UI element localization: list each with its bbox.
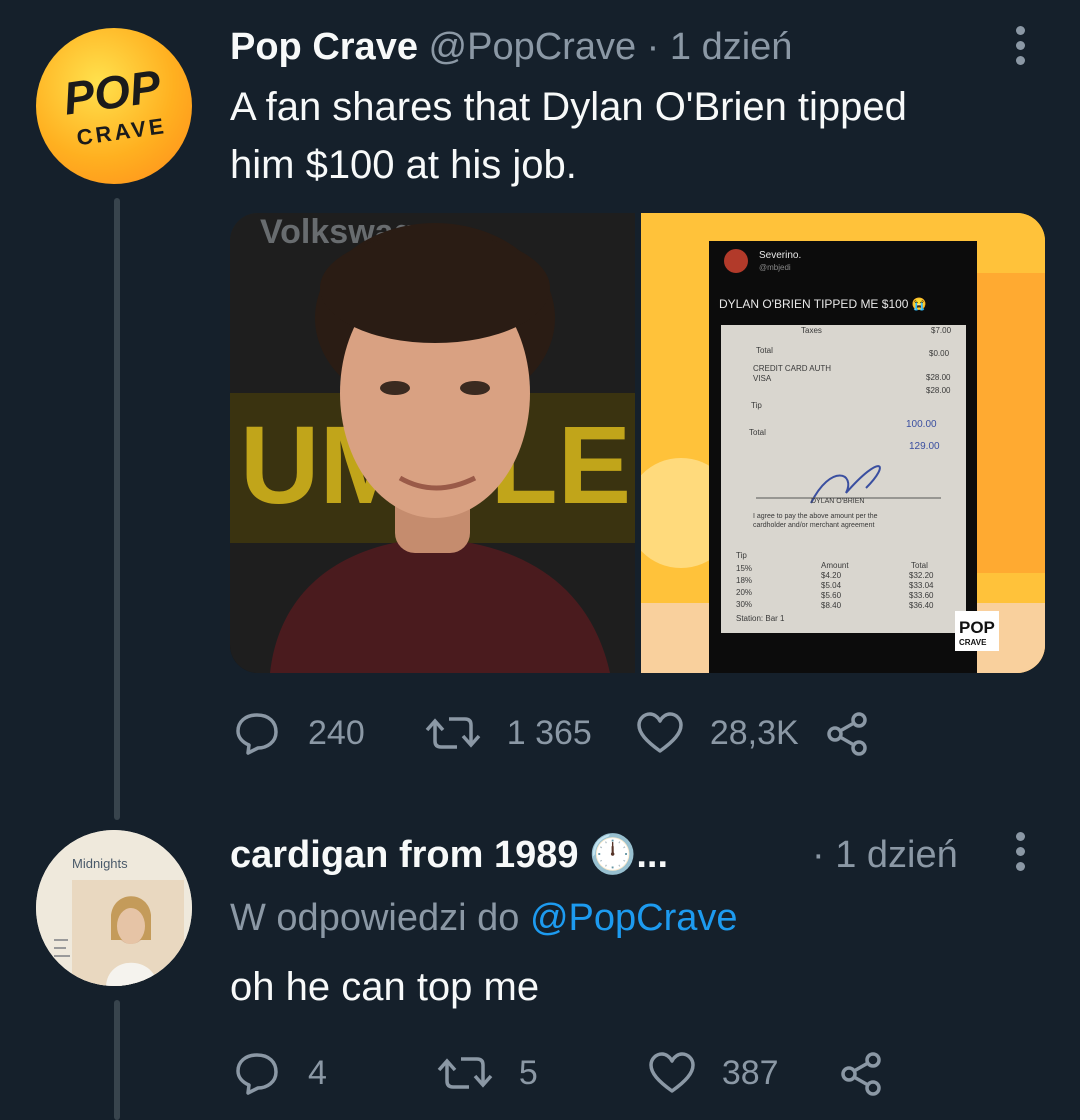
like-count: 28,3K bbox=[709, 713, 799, 752]
like-button[interactable]: 28,3K bbox=[636, 711, 799, 755]
reply-button[interactable]: 4 bbox=[234, 1051, 327, 1095]
screenshot-handle: @mbjedi bbox=[759, 263, 791, 272]
receipt-agree-2: cardholder and/or merchant agreement bbox=[753, 522, 874, 529]
reply-count: 4 bbox=[308, 1053, 327, 1092]
avatar-popcrave[interactable]: POP CRAVE bbox=[36, 28, 192, 184]
receipt-total2: Total bbox=[749, 428, 766, 437]
separator: · bbox=[646, 26, 660, 68]
media-photo-dylan[interactable]: UMBLEBE Volkswag bbox=[230, 213, 784, 673]
tweet2-header: cardigan from 1989 🕛... bbox=[230, 830, 668, 880]
retweet-icon bbox=[437, 1057, 493, 1089]
tweet-text-line-1: A fan shares that Dylan O'Brien tipped bbox=[230, 85, 907, 129]
retweet-count: 1 365 bbox=[506, 713, 592, 752]
receipt-amount-header: Amount bbox=[821, 561, 849, 570]
tweet2-actions: 4 5 387 bbox=[234, 1048, 885, 1098]
like-count: 387 bbox=[721, 1053, 779, 1092]
more-icon[interactable] bbox=[1016, 832, 1026, 877]
reply-context: W odpowiedzi do @PopCrave bbox=[230, 892, 738, 944]
watermark-crave: CRAVE bbox=[959, 638, 987, 647]
receipt-row-total: $32.20 bbox=[909, 571, 934, 580]
popcrave-logo: POP CRAVE bbox=[60, 60, 168, 151]
share-button[interactable] bbox=[825, 710, 871, 756]
receipt-row-amt: $4.20 bbox=[821, 571, 842, 580]
retweet-count: 5 bbox=[518, 1053, 538, 1092]
tweet-text-line-2: him $100 at his job. bbox=[230, 143, 577, 187]
clock-emoji: 🕛 bbox=[589, 834, 637, 876]
tweet1-text: A fan shares that Dylan O'Brien tipped h… bbox=[230, 78, 907, 194]
tweet1-actions: 240 1 365 28,3K bbox=[234, 708, 871, 758]
retweet-button[interactable]: 5 bbox=[437, 1051, 538, 1095]
receipt-total: Total bbox=[756, 346, 773, 355]
receipt-total-value: $0.00 bbox=[929, 349, 950, 358]
receipt-row-amt: $8.40 bbox=[821, 601, 842, 610]
more-icon[interactable] bbox=[1016, 26, 1026, 71]
receipt-credit-value: $28.00 bbox=[926, 373, 951, 382]
separator: · bbox=[812, 834, 825, 876]
receipt-total-header: Total bbox=[911, 561, 928, 570]
receipt-total2-value: 129.00 bbox=[909, 441, 940, 452]
tweet1-header: Pop Crave @PopCrave · 1 dzień bbox=[230, 22, 792, 72]
thread-line-2 bbox=[114, 1000, 120, 1120]
reply-icon bbox=[236, 713, 278, 755]
receipt-row-total: $33.60 bbox=[909, 591, 934, 600]
receipt-row-pct: 15% bbox=[736, 564, 752, 573]
share-icon bbox=[840, 1052, 881, 1096]
handle[interactable]: @PopCrave bbox=[429, 26, 637, 68]
screenshot-illustration: Severino. @mbjedi DYLAN O'BRIEN TIPPED M… bbox=[626, 213, 1045, 673]
receipt-row-pct: 20% bbox=[736, 588, 752, 597]
share-button[interactable] bbox=[839, 1050, 885, 1096]
receipt-credit-value-2: $28.00 bbox=[926, 386, 951, 395]
reply-to-link[interactable]: @PopCrave bbox=[530, 897, 738, 939]
receipt-row-pct: 30% bbox=[736, 600, 752, 609]
reply-icon bbox=[236, 1053, 278, 1095]
album-title: Midnights bbox=[72, 856, 128, 871]
avatar-cardigan[interactable]: Midnights bbox=[36, 830, 192, 986]
receipt-row-amt: $5.04 bbox=[821, 581, 842, 590]
retweet-icon bbox=[425, 717, 481, 749]
reply-count: 240 bbox=[308, 713, 365, 752]
receipt-row-pct: 18% bbox=[736, 576, 752, 585]
receipt-tip-header: Tip bbox=[736, 551, 747, 560]
like-icon bbox=[649, 1052, 695, 1093]
screenshot-name: Severino. bbox=[759, 250, 801, 261]
media-screenshot[interactable]: Severino. @mbjedi DYLAN O'BRIEN TIPPED M… bbox=[626, 213, 1045, 673]
receipt-signature-name: DYLAN O'BRIEN bbox=[811, 498, 864, 505]
receipt-tip: Tip bbox=[751, 401, 762, 410]
like-button[interactable]: 387 bbox=[648, 1051, 779, 1095]
share-icon bbox=[826, 712, 867, 756]
like-icon bbox=[637, 712, 683, 753]
receipt-visa: VISA bbox=[753, 374, 772, 383]
tweet2-time: · 1 dzień bbox=[812, 830, 958, 880]
receipt-taxes-value: $7.00 bbox=[931, 326, 952, 335]
timestamp[interactable]: 1 dzień bbox=[835, 834, 958, 876]
receipt-credit: CREDIT CARD AUTH bbox=[753, 364, 831, 373]
name-ellipsis: ... bbox=[636, 834, 669, 876]
timestamp[interactable]: 1 dzień bbox=[670, 26, 793, 68]
display-name[interactable]: cardigan from 1989 bbox=[230, 834, 578, 876]
reply-button[interactable]: 240 bbox=[234, 711, 365, 755]
display-name[interactable]: Pop Crave bbox=[230, 26, 418, 68]
receipt-tip-value: 100.00 bbox=[906, 419, 937, 430]
receipt-row-total: $33.04 bbox=[909, 581, 934, 590]
receipt-agree-1: I agree to pay the above amount per the bbox=[753, 513, 878, 520]
thread-line-1 bbox=[114, 198, 120, 820]
receipt-station: Station: Bar 1 bbox=[736, 614, 785, 623]
midnights-album-art: Midnights bbox=[36, 830, 192, 986]
tweet2-text: oh he can top me bbox=[230, 965, 540, 1009]
tweet1-media[interactable]: UMBLEBE Volkswag Severino. bbox=[230, 213, 1045, 673]
reply-prefix: W odpowiedzi do bbox=[230, 897, 520, 939]
screenshot-text: DYLAN O'BRIEN TIPPED ME $100 😭 bbox=[719, 297, 927, 311]
receipt-taxes: Taxes bbox=[801, 326, 822, 335]
watermark-pop: POP bbox=[959, 618, 995, 637]
receipt-row-total: $36.40 bbox=[909, 601, 934, 610]
retweet-button[interactable]: 1 365 bbox=[425, 711, 592, 755]
receipt-row-amt: $5.60 bbox=[821, 591, 842, 600]
photo-illustration: UMBLEBE Volkswag bbox=[230, 213, 784, 673]
